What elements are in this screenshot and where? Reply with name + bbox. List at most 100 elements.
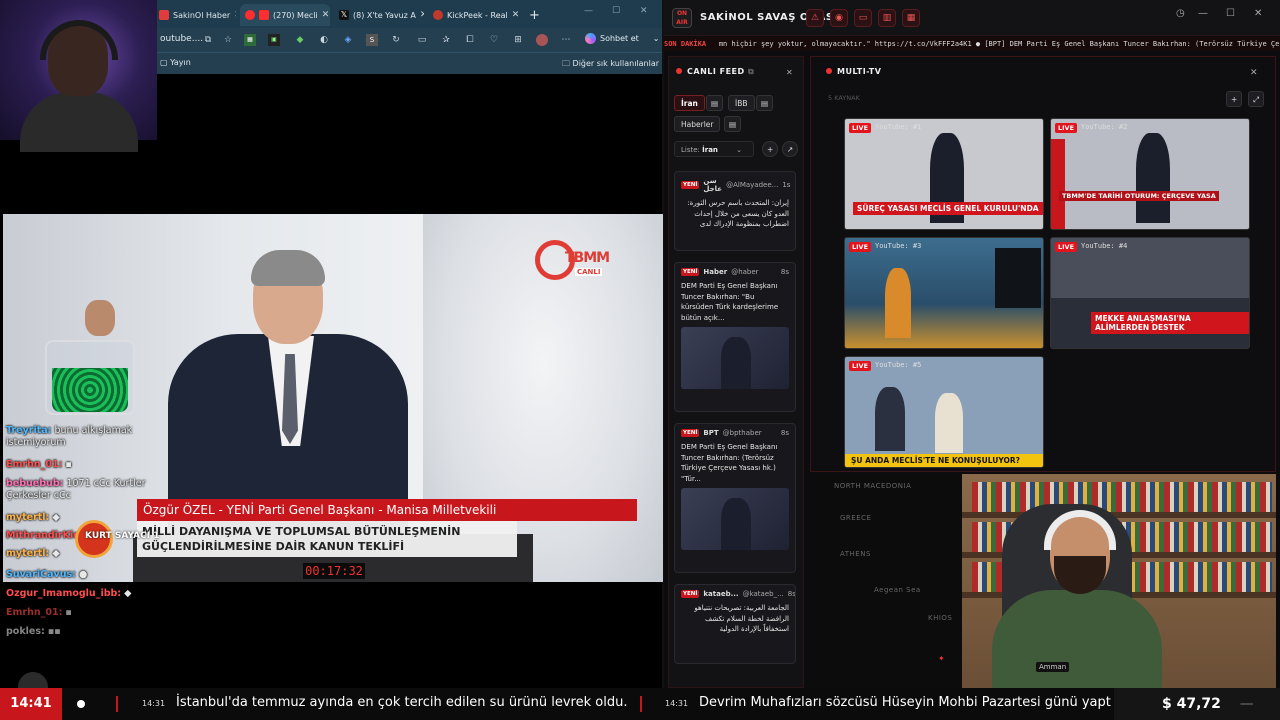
alert-icon[interactable]: ⚠ [806, 9, 824, 27]
map-marker-icon[interactable]: ✦ [938, 654, 945, 663]
extension-icon[interactable]: ▦ [244, 34, 256, 46]
copilot-button[interactable]: Sohbet et ⌄ [585, 33, 659, 44]
extensions-icon[interactable]: ⊞ [512, 34, 524, 46]
copilot-label: Sohbet et [600, 34, 639, 43]
election-results-graphic [995, 248, 1041, 308]
new-tab-icon[interactable]: + [524, 4, 544, 26]
favorites-icon[interactable]: ✰ [440, 34, 452, 46]
feed-card[interactable]: YENİ BPT @bpthaber 8s DEM Parti Eş Genel Ba… [674, 423, 796, 573]
tv-tile[interactable]: LIVE YouTube: #4 MEKKE ANLAŞMASI'NA ALİM… [1050, 237, 1250, 349]
tab-close-icon[interactable]: ✕ [420, 10, 424, 20]
bookmark-item[interactable]: ▢ Yayın [160, 58, 191, 67]
chat-message: pokles: ▪▪ [6, 626, 61, 638]
emote-icon: ▪▪ [47, 626, 61, 637]
split-view-icon[interactable]: ⧉ [202, 34, 214, 46]
card-handle: @AlMayadee... [726, 181, 779, 189]
browser-essentials-icon[interactable]: ♡ [488, 34, 500, 46]
card-body: DEM Parti Eş Genel Başkanı Tuncer Bakırh… [681, 282, 779, 322]
map-label: Aegean Sea [874, 586, 921, 594]
tab-close-icon[interactable]: ✕ [234, 10, 236, 20]
feed-title: CANLI FEED ⧉ [676, 67, 754, 77]
tv-icon[interactable]: ▭ [854, 9, 872, 27]
tbmm-logo-text: TBMM [565, 250, 610, 266]
feed-card[interactable]: YENİ kataeb... @kataeb_... 8s الجامعة العرب… [674, 584, 796, 664]
emote-icon: ◆ [52, 548, 60, 559]
minimize-icon[interactable]: — [1198, 8, 1208, 19]
live-badge: LIVE [849, 123, 872, 133]
tab-close-icon[interactable]: ✕ [322, 10, 330, 20]
emote-icon: ▪ [65, 459, 72, 470]
copilot-icon [585, 33, 596, 44]
feed-tab-iran[interactable]: İran [674, 95, 705, 111]
feed-tab-haberler[interactable]: Haberler [674, 116, 721, 132]
tv-tile[interactable]: LIVE YouTube: #3 [844, 237, 1044, 349]
feed-tab-ibb[interactable]: İBB [728, 95, 755, 111]
close-window-icon[interactable]: ✕ [640, 6, 648, 16]
bookmark-label: Diğer sık kullanılanlar [572, 59, 660, 68]
browser-tab[interactable]: SakinOl Haber ✕ [154, 4, 236, 26]
multi-tv-title-text: MULTI-TV [837, 67, 882, 76]
history-icon[interactable]: ◷ [1176, 8, 1185, 19]
son-dakika-strip [1051, 139, 1065, 229]
fullscreen-icon[interactable]: ⤢ [1248, 91, 1264, 107]
refresh-icon[interactable]: ↻ [390, 34, 402, 46]
external-link-icon[interactable]: ⧉ [748, 67, 754, 76]
url-text[interactable]: outube.... [160, 34, 203, 44]
grid-icon[interactable]: ▦ [902, 9, 920, 27]
extension-icon[interactable]: ◐ [318, 34, 330, 46]
card-image [681, 327, 789, 389]
feed-close-icon[interactable]: ✕ [786, 68, 793, 77]
add-stream-button[interactable]: + [1226, 91, 1243, 107]
tab-menu-icon[interactable]: ▤ [706, 95, 724, 111]
new-badge: YENİ [681, 429, 700, 437]
feed-card[interactable]: YENİ سن عاجل @AlMayadee... 1s إيران: المتحد… [674, 171, 796, 251]
minimize-icon[interactable]: — [584, 6, 593, 16]
card-image [681, 488, 789, 550]
profile-avatar[interactable] [536, 34, 548, 46]
map-city-label: Amman [1036, 662, 1070, 672]
ticker-timestamp: 14:31 [142, 699, 166, 708]
rss-icon[interactable]: ◉ [830, 9, 848, 27]
list-select[interactable]: Liste: İran ⌄ [674, 141, 754, 157]
tab-close-icon[interactable]: ✕ [512, 10, 518, 20]
x-logo-icon: 𝕏 [339, 10, 349, 20]
tv-tile[interactable]: LIVE YouTube: #1 SÜREÇ YASASI MECLİS GEN… [844, 118, 1044, 230]
tv-tile[interactable]: LIVE YouTube: #2 TBMM'DE TARİHİ OTURUM: … [1050, 118, 1250, 230]
ticker-headline: Devrim Muhafızları sözcüsü Hüseyin Mohbi… [699, 695, 1111, 710]
tile-presenter [885, 268, 911, 338]
tv-tile[interactable]: LIVE YouTube: #5 ŞU ANDA MECLİS'TE NE KO… [844, 356, 1044, 468]
maximize-icon[interactable]: ☐ [1226, 8, 1235, 19]
tile-label: YouTube: #1 [875, 123, 922, 131]
browser-tab-active[interactable]: (270) Mecli ✕ [240, 4, 330, 26]
tab-favicon-icon [433, 10, 443, 20]
tab-menu-icon[interactable]: ▤ [724, 116, 742, 132]
ticker-headline: İstanbul'da temmuz ayında en çok tercih … [176, 695, 628, 710]
card-time: 1s [782, 181, 791, 189]
card-handle: @kataeb_... [742, 590, 784, 598]
browser-tab[interactable]: 𝕏 (8) X'te Yavuz A ✕ [334, 4, 424, 26]
extension-icon[interactable]: ◆ [294, 34, 306, 46]
favorite-star-icon[interactable]: ☆ [222, 34, 234, 46]
card-time: 8s [780, 268, 789, 276]
more-options-icon[interactable]: ⋯ [560, 34, 572, 46]
chart-icon[interactable]: ▥ [878, 9, 896, 27]
chat-username: mytertl: [6, 512, 50, 523]
extension-icon[interactable]: S [366, 34, 378, 46]
multi-tv-close-icon[interactable]: ✕ [1250, 68, 1258, 78]
chat-username: SuvariCavus: [6, 569, 76, 580]
collections-icon[interactable]: ⧠ [464, 34, 476, 46]
youtube-icon [259, 10, 269, 20]
speaker-hair [251, 250, 325, 286]
live-badge: LIVE [1055, 242, 1078, 252]
other-favorites-folder[interactable]: 🗀 Diğer sık kullanılanlar [562, 58, 659, 72]
browser-tab[interactable]: KickPeek - Real ✕ [428, 4, 518, 26]
extension-icon[interactable]: ▣ [268, 34, 280, 46]
feed-card[interactable]: YENİ Haber @haber 8s DEM Parti Eş Genel Baş… [674, 262, 796, 412]
close-window-icon[interactable]: ✕ [1254, 8, 1262, 19]
extension-icon[interactable]: ◈ [342, 34, 354, 46]
tab-menu-icon[interactable]: ▤ [756, 95, 774, 111]
reading-view-icon[interactable]: ▭ [416, 34, 428, 46]
list-select-label: Liste: [681, 146, 700, 154]
maximize-icon[interactable]: ☐ [612, 6, 620, 16]
tab-label: SakinOl Haber [173, 10, 231, 20]
